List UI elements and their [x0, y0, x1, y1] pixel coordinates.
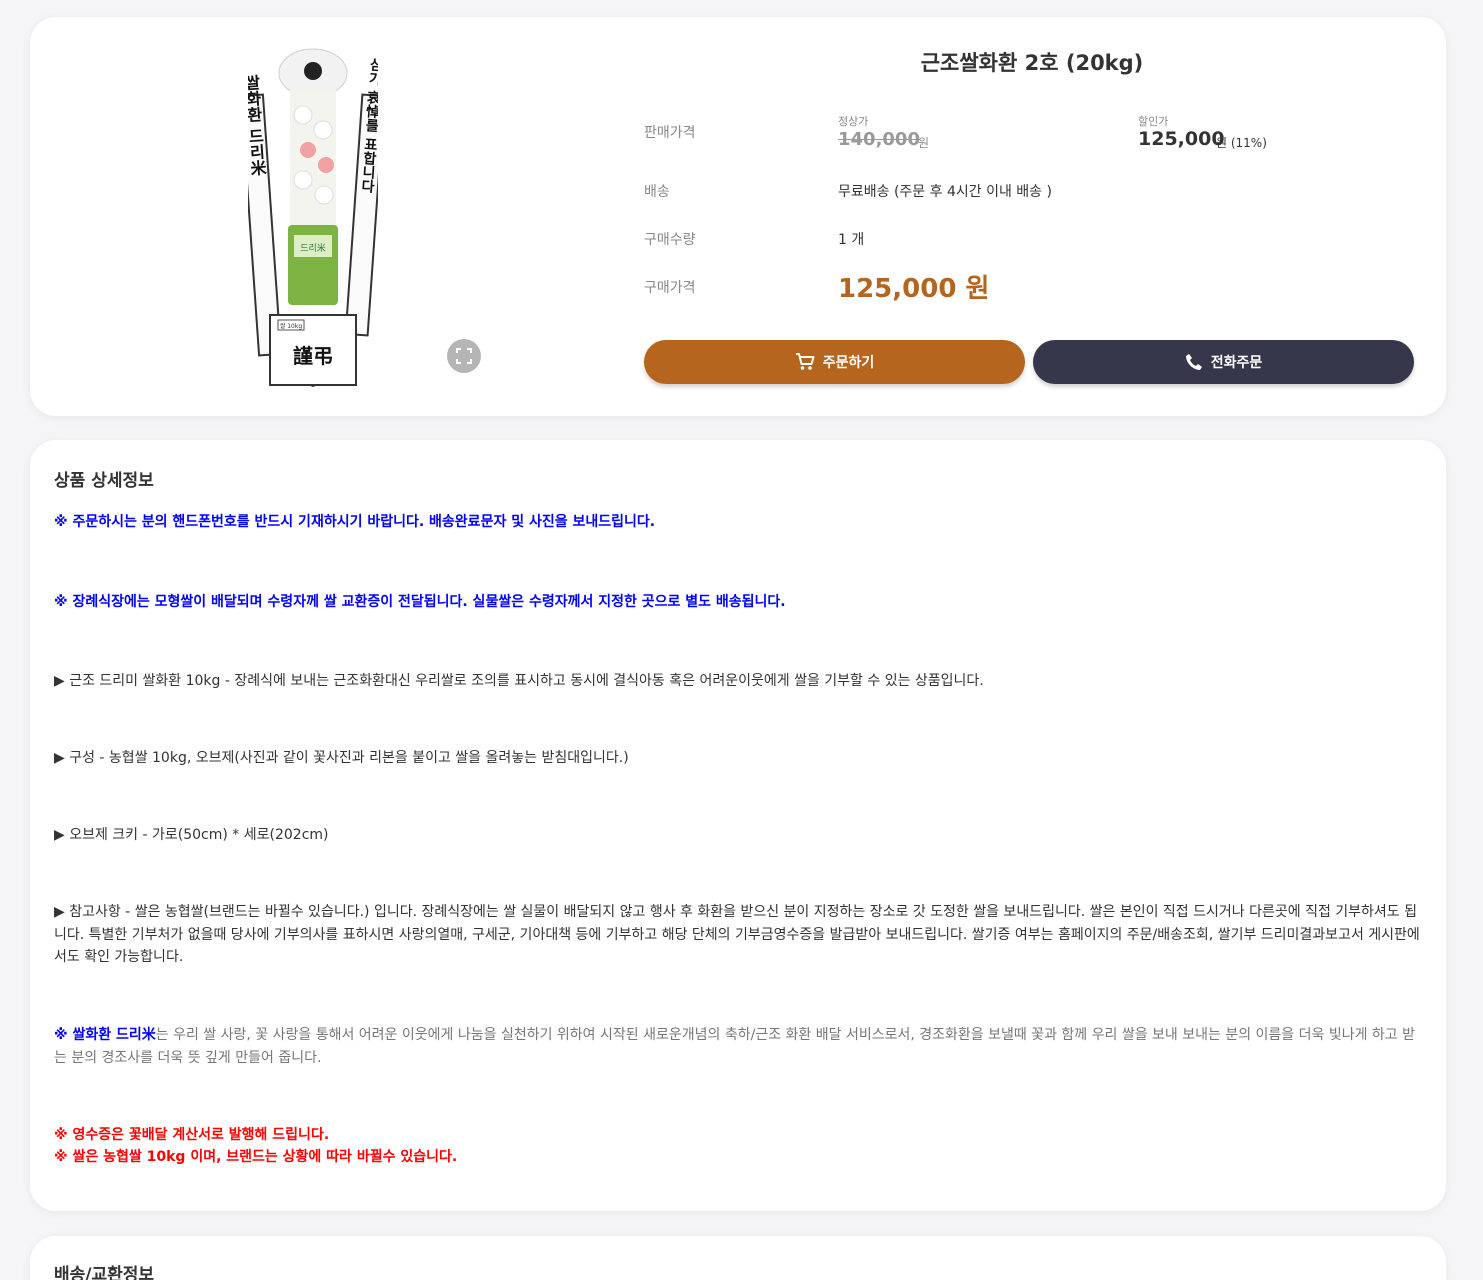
total-price-label: 구매가격	[644, 280, 696, 296]
detail-item-size: ▶ 오브제 크키 - 가로(50cm) * 세로(202cm)	[54, 827, 329, 843]
phone-order-button[interactable]: 전화주문	[1033, 340, 1414, 384]
brand-description: ※ 쌀화환 드리米는 우리 쌀 사랑, 꽃 사랑을 통해서 어려운 이웃에게 나…	[54, 1024, 1422, 1069]
rice-bag-label: 드리米	[300, 242, 326, 254]
quantity-value: 1 개	[838, 232, 865, 248]
notice-phone-number: ※ 주문하시는 분의 핸드폰번호를 반드시 기재하시기 바랍니다. 배송완료문자…	[54, 514, 656, 530]
detail-item-notes: ▶ 참고사항 - 쌀은 농협쌀(브랜드는 바뀔수 있습니다.) 입니다. 장례식…	[54, 904, 1420, 965]
product-title: 근조쌀화환 2호 (20kg)	[920, 51, 1144, 75]
sale-price-label: 판매가격	[644, 125, 696, 141]
order-button-label: 주문하기	[822, 355, 875, 371]
order-button[interactable]: 주문하기	[644, 340, 1025, 384]
total-price: 125,000 원	[838, 274, 990, 304]
cart-icon	[795, 353, 815, 370]
product-detail-card: 상품 상세정보 ※ 주문하시는 분의 핸드폰번호를 반드시 기재하시기 바랍니다…	[30, 440, 1446, 1211]
sign-tag: 쌀 10kg	[280, 322, 303, 330]
shipping-value: 무료배송 (주문 후 4시간 이내 배송 )	[838, 184, 1052, 200]
phone-order-button-label: 전화주문	[1210, 355, 1263, 371]
discount-rate: 원 (11%)	[1216, 136, 1267, 150]
shipping-info-card: 배송/교환정보	[30, 1236, 1446, 1280]
notice-receipt: ※ 영수증은 꽃배달 계산서로 발행해 드립니다.	[54, 1127, 330, 1143]
phone-icon	[1185, 354, 1202, 370]
zoom-button[interactable]	[447, 339, 481, 373]
shipping-label: 배송	[644, 184, 670, 200]
original-price: 140,000	[838, 129, 920, 150]
product-card: 드리米 쌀화환 드리米 삼가 哀悼를 표합니다 쌀 10kg 謹弔 근조쌀화환 …	[30, 17, 1446, 416]
discount-price-caption: 할인가	[1138, 115, 1169, 128]
original-price-currency: 원	[918, 136, 930, 150]
detail-item-composition: ▶ 구성 - 농협쌀 10kg, 오브제(사진과 같이 꽃사진과 리본을 붙이고…	[54, 750, 629, 766]
quantity-label: 구매수량	[644, 232, 696, 248]
expand-icon	[456, 348, 472, 364]
detail-item-product: ▶ 근조 드리미 쌀화환 10kg - 장례식에 보내는 근조화환대신 우리쌀로…	[54, 673, 984, 689]
brand-text: 는 우리 쌀 사랑, 꽃 사랑을 통해서 어려운 이웃에게 나눔을 실천하기 위…	[54, 1027, 1416, 1066]
product-image[interactable]: 드리米 쌀화환 드리米 삼가 哀悼를 표합니다 쌀 10kg 謹弔	[248, 45, 378, 387]
notice-rice-brand: ※ 쌀은 농협쌀 10kg 이며, 브랜드는 상황에 따라 바뀔수 있습니다.	[54, 1149, 458, 1165]
brand-prefix: ※ 쌀화환 드리米	[54, 1027, 156, 1043]
notice-model-rice: ※ 장례식장에는 모형쌀이 배달되며 수령자께 쌀 교환증이 전달됩니다. 실물…	[54, 594, 786, 610]
shipping-section-title: 배송/교환정보	[54, 1265, 155, 1280]
detail-section-title: 상품 상세정보	[54, 471, 154, 491]
sign-text: 謹弔	[293, 344, 333, 368]
original-price-caption: 정상가	[838, 115, 869, 128]
discount-price: 125,000	[1138, 128, 1225, 150]
